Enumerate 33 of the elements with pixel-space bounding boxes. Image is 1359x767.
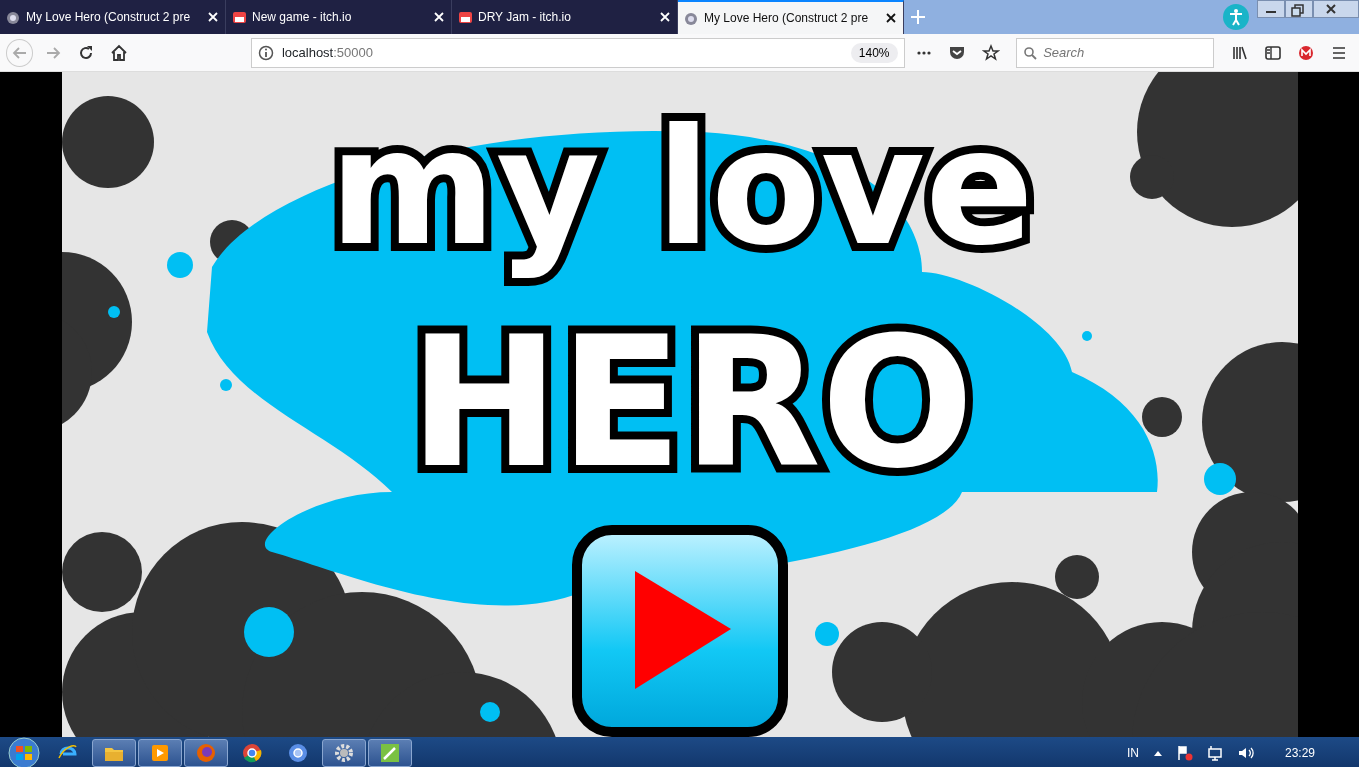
globe-icon [6,9,21,25]
minimize-icon[interactable] [1257,0,1285,18]
language-indicator[interactable]: IN [1126,744,1139,762]
caret-icon[interactable] [1152,749,1163,757]
close-icon[interactable] [1313,0,1359,18]
gamepad-icon [232,9,247,25]
close-icon[interactable] [885,12,897,24]
volume-icon[interactable] [1236,745,1255,761]
gamepad-icon [458,9,473,25]
url-text: localhost:50000 [281,43,374,62]
taskbar-button[interactable] [138,739,182,767]
gear-icon [333,742,355,764]
browser-icon [287,742,309,764]
game-title: HERO [407,307,976,499]
search-icon [1023,45,1038,60]
taskbar-button[interactable] [92,739,136,767]
browser-icon [241,742,263,764]
zoom-level-button[interactable]: 140% [850,42,898,63]
flag-icon[interactable] [1176,745,1193,761]
address-field[interactable]: localhost:50000 140% [250,37,905,68]
clock-time[interactable]: 23:29 [1284,744,1315,762]
pen-icon [379,742,401,764]
search-field[interactable]: Search [1016,37,1215,68]
browser-tab[interactable]: My Love Hero (Construct 2 pre [678,0,904,34]
browser-icon [195,742,217,764]
restore-icon[interactable] [1285,0,1313,18]
taskbar-button[interactable] [322,739,366,767]
play-button[interactable] [571,525,788,737]
play-icon [149,742,171,764]
globe-icon [684,10,699,26]
network-icon[interactable] [1206,745,1223,761]
info-icon [257,44,274,61]
taskbar-button[interactable] [368,739,412,767]
